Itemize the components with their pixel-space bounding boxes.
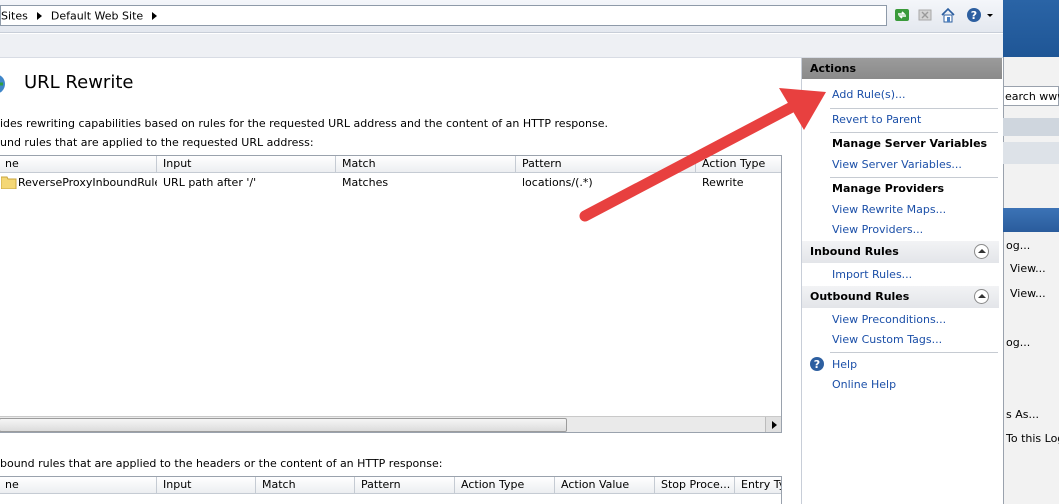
rule-pattern: locations/(.*) xyxy=(522,176,593,189)
column-header-action-type[interactable]: Action Type xyxy=(455,477,555,494)
background-view-text: View... xyxy=(1010,287,1046,300)
help-icon: ? xyxy=(810,357,824,371)
outbound-caption: bound rules that are applied to the head… xyxy=(0,457,443,470)
column-header-action-value[interactable]: Action Value xyxy=(555,477,655,494)
column-header-match[interactable]: Match xyxy=(336,156,516,173)
view-server-variables-link[interactable]: View Server Variables... xyxy=(832,158,962,171)
home-icon[interactable] xyxy=(940,7,956,23)
view-preconditions-link[interactable]: View Preconditions... xyxy=(832,313,946,326)
actions-title: Actions xyxy=(802,58,1002,79)
background-log-text: og... xyxy=(1006,336,1031,349)
page-title: URL Rewrite xyxy=(24,72,134,93)
stop-icon[interactable] xyxy=(917,7,933,23)
column-header-name[interactable]: ne xyxy=(0,477,157,494)
help-icon[interactable]: ? xyxy=(966,7,982,23)
column-header-input[interactable]: Input xyxy=(157,477,256,494)
divider xyxy=(830,352,998,353)
view-rewrite-maps-link[interactable]: View Rewrite Maps... xyxy=(832,203,946,216)
breadcrumb-item-site[interactable]: Default Web Site xyxy=(51,10,143,23)
outbound-rules-heading: Outbound Rules xyxy=(810,290,910,303)
background-strip-band xyxy=(1003,142,1059,164)
outbound-rules-grid[interactable]: ne Input Match Pattern Action Type Actio… xyxy=(0,476,782,504)
column-header-pattern[interactable]: Pattern xyxy=(355,477,455,494)
outbound-rules-section[interactable]: Outbound Rules xyxy=(802,286,999,308)
background-strip-header xyxy=(1003,208,1059,232)
rule-input: URL path after '/' xyxy=(163,176,257,189)
help-link[interactable]: Help xyxy=(832,358,857,371)
background-window xyxy=(1003,0,1059,504)
inbound-rules-heading: Inbound Rules xyxy=(810,245,899,258)
dropdown-arrow-icon[interactable] xyxy=(986,7,994,23)
refresh-icon[interactable] xyxy=(894,7,910,23)
collapse-icon[interactable] xyxy=(974,244,989,259)
inbound-rules-section[interactable]: Inbound Rules xyxy=(802,241,999,263)
background-window-titlebar xyxy=(1003,0,1059,57)
online-help-link[interactable]: Online Help xyxy=(832,378,896,391)
view-custom-tags-link[interactable]: View Custom Tags... xyxy=(832,333,942,346)
collapse-icon[interactable] xyxy=(974,289,989,304)
scroll-right-arrow-icon[interactable] xyxy=(765,417,781,432)
breadcrumb[interactable]: Sites Default Web Site xyxy=(0,5,887,26)
background-search-text: earch www xyxy=(1005,90,1059,103)
providers-heading: Manage Providers xyxy=(832,182,945,195)
feature-description: ides rewriting capabilities based on rul… xyxy=(0,117,608,130)
column-header-stop-processing[interactable]: Stop Proce... xyxy=(655,477,735,494)
revert-to-parent-link[interactable]: Revert to Parent xyxy=(832,113,921,126)
rule-match: Matches xyxy=(342,176,389,189)
background-view-text: View... xyxy=(1010,262,1046,275)
add-rules-link[interactable]: Add Rule(s)... xyxy=(832,88,906,101)
svg-text:?: ? xyxy=(971,9,977,22)
breadcrumb-arrow-icon[interactable] xyxy=(152,12,158,20)
actions-pane: Actions Add Rule(s)... Revert to Parent … xyxy=(801,58,1002,504)
horizontal-scrollbar[interactable] xyxy=(0,416,781,432)
breadcrumb-arrow-icon[interactable] xyxy=(36,12,42,20)
background-log-text: To this Log. xyxy=(1006,432,1059,445)
import-rules-link[interactable]: Import Rules... xyxy=(832,268,912,281)
background-save-as-text: s As... xyxy=(1006,408,1039,421)
url-rewrite-icon xyxy=(0,75,5,93)
divider xyxy=(830,177,998,178)
background-log-text: og... xyxy=(1006,239,1031,252)
inbound-rules-grid[interactable]: ne Input Match Pattern Action Type Rever… xyxy=(0,155,782,433)
breadcrumb-item-sites[interactable]: Sites xyxy=(1,10,28,23)
divider xyxy=(830,132,998,133)
background-strip-band xyxy=(1003,118,1059,136)
secondary-toolbar xyxy=(0,34,1003,58)
inbound-caption: und rules that are applied to the reques… xyxy=(0,136,314,149)
view-providers-link[interactable]: View Providers... xyxy=(832,223,923,236)
column-header-input[interactable]: Input xyxy=(157,156,336,173)
column-header-entry-type[interactable]: Entry Ty xyxy=(735,477,781,494)
scrollbar-thumb[interactable] xyxy=(0,418,567,432)
column-header-name[interactable]: ne xyxy=(0,156,157,173)
column-header-pattern[interactable]: Pattern xyxy=(516,156,696,173)
server-variables-heading: Manage Server Variables xyxy=(832,137,988,150)
rule-action: Rewrite xyxy=(702,176,744,189)
svg-text:?: ? xyxy=(814,358,820,371)
column-header-action-type[interactable]: Action Type xyxy=(696,156,781,173)
column-header-match[interactable]: Match xyxy=(256,477,355,494)
rule-name: ReverseProxyInboundRule1 xyxy=(18,176,157,189)
divider xyxy=(830,108,998,109)
